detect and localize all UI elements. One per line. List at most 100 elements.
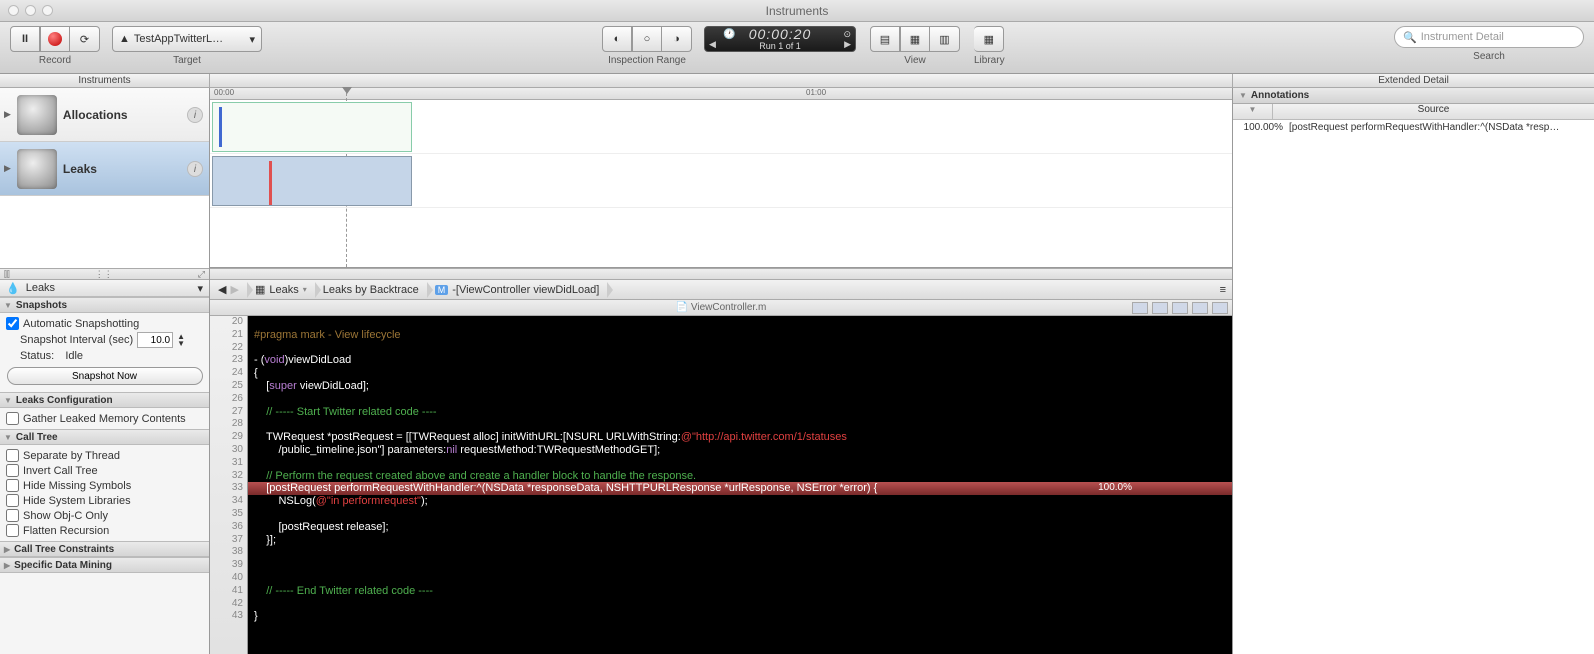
search-input[interactable]: 🔍 Instrument Detail [1394, 26, 1584, 48]
snapshots-header[interactable]: ▼Snapshots [0, 297, 209, 313]
grip-icon[interactable]: ⋮⋮ [95, 269, 113, 279]
annotations-columns: ▼ Source [1233, 104, 1594, 120]
allocations-track[interactable]: ▶ Allocations i [0, 88, 209, 142]
instruments-header: Instruments [0, 74, 210, 87]
time-ruler[interactable]: 00:00 01:00 [210, 88, 1232, 100]
hide-system-checkbox[interactable]: Hide System Libraries [6, 493, 203, 508]
code-line: [postRequest performRequestWithHandler:^… [254, 482, 1232, 495]
flatten-recursion-checkbox[interactable]: Flatten Recursion [6, 523, 203, 538]
code-line [254, 457, 1232, 470]
jump-bar[interactable]: ◀▶ ▦Leaks▾ Leaks by Backtrace M -[ViewCo… [210, 280, 1232, 300]
expand-icon[interactable]: ⤢ [198, 269, 205, 279]
code-line: } [254, 610, 1232, 623]
info-icon[interactable]: i [187, 161, 203, 177]
leaks-config-header[interactable]: ▼Leaks Configuration [0, 392, 209, 408]
range-left-button[interactable]: ◐ [602, 26, 632, 52]
allocations-lane[interactable] [210, 100, 1232, 154]
constraints-header[interactable]: ▶Call Tree Constraints [0, 541, 209, 557]
snapshot-now-button[interactable]: Snapshot Now [7, 367, 203, 385]
annotation-text: [postRequest performRequestWithHandler:^… [1289, 122, 1594, 133]
data-mining-header[interactable]: ▶Specific Data Mining [0, 557, 209, 573]
prev-run-icon[interactable]: ◀ [709, 39, 716, 50]
jump-backtrace[interactable]: Leaks by Backtrace [315, 280, 427, 299]
source-column-header[interactable]: Source [1273, 104, 1594, 119]
instrument-tracks: ▶ Allocations i ▶ Leaks i [0, 88, 209, 268]
code-line: #pragma mark - View lifecycle [254, 329, 1232, 342]
left-mini-toolbar: ⫿⫿ ⋮⋮ ⤢ [0, 268, 209, 280]
library-button[interactable]: ▦ [974, 26, 1004, 52]
call-tree-header[interactable]: ▼Call Tree [0, 429, 209, 445]
code-line: [super viewDidLoad]; [254, 380, 1232, 393]
timeline[interactable]: 00:00 01:00 [210, 88, 1232, 268]
allocations-graph [212, 102, 412, 152]
action-icon[interactable] [1192, 302, 1208, 314]
gather-leaked-checkbox[interactable]: Gather Leaked Memory Contents [6, 411, 203, 426]
record-button[interactable] [40, 26, 70, 52]
snapshot-interval-input[interactable] [137, 332, 173, 348]
search-label: Search [1473, 51, 1505, 62]
target-value: TestAppTwitterL… [134, 33, 223, 45]
view-label: View [904, 55, 926, 66]
file-icon: 📄 [676, 302, 688, 313]
info-icon[interactable]: i [187, 107, 203, 123]
range-right-button[interactable]: ◑ [662, 26, 692, 52]
detail-sidebar: ▼Snapshots Automatic Snapshotting Snapsh… [0, 297, 209, 654]
loop-button[interactable]: ⟳ [70, 26, 100, 52]
leaks-graph [212, 156, 412, 206]
code-line [254, 546, 1232, 559]
ruler-tick-0: 00:00 [214, 88, 234, 97]
line-gutter: 2021222324252627282930313233343536373839… [210, 316, 248, 654]
invert-call-tree-checkbox[interactable]: Invert Call Tree [6, 463, 203, 478]
file-name: ViewController.m [691, 302, 766, 313]
show-objc-checkbox[interactable]: Show Obj-C Only [6, 508, 203, 523]
pause-button[interactable]: II [10, 26, 40, 52]
pct-column-header[interactable]: ▼ [1233, 104, 1273, 119]
playhead-icon [342, 87, 352, 94]
ruler-tick-1: 01:00 [806, 88, 826, 97]
action-icon[interactable] [1152, 302, 1168, 314]
file-bar: 📄 ViewController.m [210, 300, 1232, 316]
code-line: { [254, 367, 1232, 380]
leaks-selector[interactable]: 💧 Leaks ▾ [0, 280, 209, 297]
jump-leaks[interactable]: ▦Leaks▾ [247, 280, 315, 299]
code-line [254, 418, 1232, 431]
titlebar: Instruments [0, 0, 1594, 22]
disclosure-icon[interactable]: ▶ [4, 109, 11, 120]
menu-icon[interactable]: ≡ [1220, 284, 1226, 296]
annotation-row[interactable]: 100.00% [postRequest performRequestWithH… [1233, 120, 1594, 135]
file-bar-actions [1132, 302, 1228, 314]
elapsed-time: 00:00:20 [749, 27, 812, 41]
search-placeholder: Instrument Detail [1421, 31, 1504, 43]
stepper-icon[interactable]: ▲▼ [177, 333, 185, 347]
code-line: // Perform the request created above and… [254, 470, 1232, 483]
separate-thread-checkbox[interactable]: Separate by Thread [6, 448, 203, 463]
view-extended-button[interactable]: ▥ [930, 26, 960, 52]
code-editor[interactable]: 2021222324252627282930313233343536373839… [210, 316, 1232, 654]
next-run-icon[interactable]: ▶ [844, 39, 851, 50]
jump-method[interactable]: M -[ViewController viewDidLoad] [427, 280, 608, 299]
action-icon[interactable] [1172, 302, 1188, 314]
gear-icon[interactable] [1212, 302, 1228, 314]
annotations-header[interactable]: ▼Annotations [1233, 88, 1594, 104]
left-column: ▶ Allocations i ▶ Leaks i ⫿⫿ ⋮⋮ ⤢ 💧 Leak… [0, 88, 210, 654]
view-strategy-button[interactable]: ▤ [870, 26, 900, 52]
chevron-icon: ▾ [249, 33, 255, 46]
view-console-button[interactable]: ▦ [900, 26, 930, 52]
inspection-range-label: Inspection Range [608, 55, 686, 66]
target-icon: ▲ [119, 33, 130, 45]
graph-icon[interactable]: ⫿⫿ [4, 269, 10, 279]
code-line: NSLog(@"in performrequest"); [254, 495, 1232, 508]
code-lines: #pragma mark - View lifecycle- (void)vie… [248, 316, 1232, 654]
target-selector[interactable]: ▲ TestAppTwitterL… ▾ [112, 26, 262, 52]
leaks-track[interactable]: ▶ Leaks i [0, 142, 209, 196]
leaks-lane[interactable] [210, 154, 1232, 208]
column-header-strip: Instruments Extended Detail [0, 74, 1594, 88]
range-clear-button[interactable]: ○ [632, 26, 662, 52]
hide-missing-checkbox[interactable]: Hide Missing Symbols [6, 478, 203, 493]
jump-history[interactable]: ◀▶ [210, 280, 247, 299]
auto-snapshot-checkbox[interactable]: Automatic Snapshotting [6, 316, 203, 331]
snapshot-interval-row: Snapshot Interval (sec) ▲▼ [6, 331, 203, 349]
action-icon[interactable] [1132, 302, 1148, 314]
code-line [254, 559, 1232, 572]
disclosure-icon[interactable]: ▶ [4, 163, 11, 174]
